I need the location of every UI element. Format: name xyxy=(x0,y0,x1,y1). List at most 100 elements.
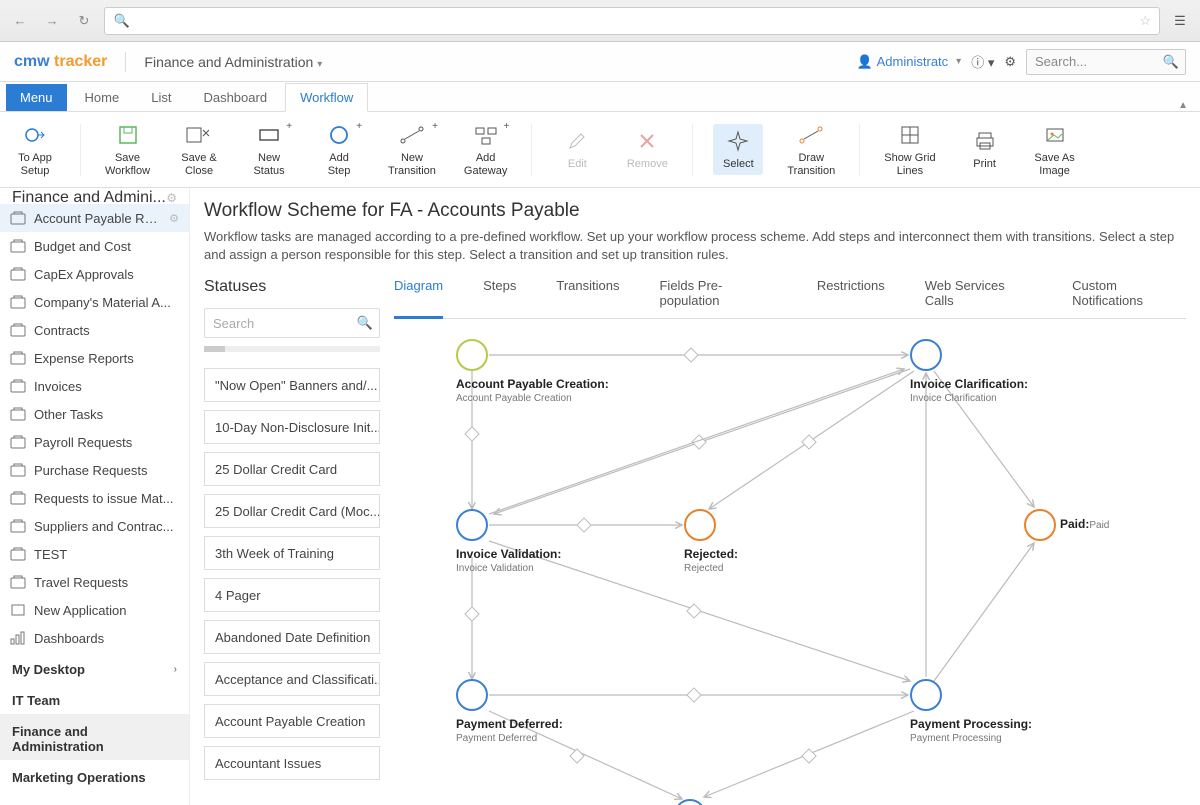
sidebar-group[interactable]: Finance and Administration xyxy=(0,714,189,760)
diagram-node-bottom[interactable] xyxy=(674,799,706,805)
app-icon xyxy=(10,462,26,478)
plus-badge-icon: + xyxy=(356,120,362,133)
diagram-tab-transitions[interactable]: Transitions xyxy=(556,278,619,318)
sidebar-item[interactable]: Account Payable Requ...⚙ xyxy=(0,204,189,232)
sidebar-item[interactable]: Purchase Requests xyxy=(0,456,189,484)
sidebar: Finance and Admini... ⚙ Account Payable … xyxy=(0,188,190,805)
gear-arrow-icon xyxy=(24,122,46,148)
page-title: Workflow Scheme for FA - Accounts Payabl… xyxy=(204,200,1186,222)
sidebar-item[interactable]: CapEx Approvals xyxy=(0,260,189,288)
sidebar-item[interactable]: Contracts xyxy=(0,316,189,344)
status-item[interactable]: Accountant Issues xyxy=(204,746,380,780)
ribbon-save-close[interactable]: Save &Close xyxy=(174,118,224,182)
diagram-node-defer[interactable]: Payment Deferred:Payment Deferred xyxy=(456,679,488,711)
forward-button[interactable]: → xyxy=(40,9,64,33)
diagram-tab-restrictions[interactable]: Restrictions xyxy=(817,278,885,318)
sidebar-item[interactable]: Expense Reports xyxy=(0,344,189,372)
step-circle[interactable] xyxy=(1024,509,1056,541)
diagram-node-paid[interactable]: Paid:Paid xyxy=(1024,509,1056,541)
browser-menu-button[interactable]: ☰ xyxy=(1168,9,1192,33)
settings-gear-icon[interactable]: ⚙ xyxy=(1004,54,1016,70)
diagram-tab-web-services-calls[interactable]: Web Services Calls xyxy=(925,278,1032,318)
image-icon xyxy=(1044,122,1066,148)
status-item[interactable]: Acceptance and Classificati... xyxy=(204,662,380,696)
diagram-tab-fields-pre-population[interactable]: Fields Pre-population xyxy=(659,278,776,318)
ribbon-select[interactable]: Select xyxy=(713,124,763,175)
diagram-node-proc[interactable]: Payment Processing:Payment Processing xyxy=(910,679,942,711)
sidebar-item[interactable]: Other Tasks xyxy=(0,400,189,428)
statuses-search-input[interactable]: Search 🔍 xyxy=(204,308,380,338)
ribbon-print[interactable]: Print xyxy=(960,124,1010,175)
sidebar-group[interactable]: Marketing Operations xyxy=(0,760,189,791)
sidebar-item[interactable]: Dashboards xyxy=(0,624,189,652)
diagram-tab-steps[interactable]: Steps xyxy=(483,278,516,318)
sidebar-item[interactable]: Budget and Cost xyxy=(0,232,189,260)
gear-icon[interactable]: ⚙ xyxy=(169,212,179,225)
status-item[interactable]: 25 Dollar Credit Card xyxy=(204,452,380,486)
nav-tab-workflow[interactable]: Workflow xyxy=(285,83,368,112)
sidebar-item[interactable]: Payroll Requests xyxy=(0,428,189,456)
step-circle[interactable] xyxy=(684,509,716,541)
ribbon-save-image[interactable]: Save AsImage xyxy=(1030,118,1080,182)
reload-button[interactable]: ↻ xyxy=(72,9,96,33)
nav-tab-menu[interactable]: Menu xyxy=(6,84,67,111)
plus-icon: + xyxy=(12,801,21,805)
ribbon-remove: Remove xyxy=(622,124,672,175)
url-bar[interactable]: 🔍 ☆ xyxy=(104,7,1160,35)
step-circle[interactable] xyxy=(674,799,706,805)
ribbon-save-workflow[interactable]: SaveWorkflow xyxy=(101,118,154,182)
search-icon: 🔍 xyxy=(357,315,373,331)
nav-tab-list[interactable]: List xyxy=(137,84,185,111)
nav-tab-dashboard[interactable]: Dashboard xyxy=(189,84,281,111)
step-circle[interactable] xyxy=(456,339,488,371)
create-workspace-button[interactable]: + Create Workspace xyxy=(0,791,189,805)
diagram-node-start[interactable]: Account Payable Creation:Account Payable… xyxy=(456,339,488,371)
collapse-ribbon-icon[interactable]: ▲ xyxy=(1178,100,1188,111)
global-search-input[interactable]: Search... 🔍 xyxy=(1026,49,1186,75)
status-item[interactable]: 3th Week of Training xyxy=(204,536,380,570)
back-button[interactable]: ← xyxy=(8,9,32,33)
sidebar-item[interactable]: Suppliers and Contrac... xyxy=(0,512,189,540)
sidebar-item[interactable]: TEST xyxy=(0,540,189,568)
diagram-canvas[interactable]: Account Payable Creation:Account Payable… xyxy=(394,319,1186,805)
ribbon-to-app-setup[interactable]: To AppSetup xyxy=(10,118,60,182)
print-icon xyxy=(974,128,996,154)
help-button[interactable]: ⓘ ▾ xyxy=(971,52,994,71)
nav-tab-home[interactable]: Home xyxy=(71,84,134,111)
ribbon-add-gateway[interactable]: +AddGateway xyxy=(460,118,511,182)
ribbon-new-transition[interactable]: +NewTransition xyxy=(384,118,440,182)
step-circle[interactable] xyxy=(910,339,942,371)
step-circle[interactable] xyxy=(456,509,488,541)
ribbon-show-grid[interactable]: Show GridLines xyxy=(880,118,939,182)
ribbon-new-status[interactable]: +NewStatus xyxy=(244,118,294,182)
browser-chrome: ← → ↻ 🔍 ☆ ☰ xyxy=(0,0,1200,42)
bookmark-star-icon[interactable]: ☆ xyxy=(1139,13,1151,29)
status-item[interactable]: 4 Pager xyxy=(204,578,380,612)
diagram-tab-diagram[interactable]: Diagram xyxy=(394,278,443,319)
status-item[interactable]: Account Payable Creation xyxy=(204,704,380,738)
step-circle[interactable] xyxy=(456,679,488,711)
app-icon xyxy=(10,210,26,226)
user-menu[interactable]: 👤 Administratc ▾ xyxy=(856,54,961,70)
diagram-node-rejected[interactable]: Rejected:Rejected xyxy=(684,509,716,541)
status-item[interactable]: "Now Open" Banners and/... xyxy=(204,368,380,402)
diagram-node-clar[interactable]: Invoice Clarification:Invoice Clarificat… xyxy=(910,339,942,371)
sidebar-item[interactable]: Invoices xyxy=(0,372,189,400)
gear-icon[interactable]: ⚙ xyxy=(166,191,177,204)
status-item[interactable]: 10-Day Non-Disclosure Init... xyxy=(204,410,380,444)
diagram-tab-custom-notifications[interactable]: Custom Notifications xyxy=(1072,278,1186,318)
ribbon-draw-transition[interactable]: DrawTransition xyxy=(783,118,839,182)
sidebar-item[interactable]: Company's Material A... xyxy=(0,288,189,316)
status-item[interactable]: Abandoned Date Definition xyxy=(204,620,380,654)
status-item[interactable]: 25 Dollar Credit Card (Moc... xyxy=(204,494,380,528)
workspace-title[interactable]: Finance and Administration▾ xyxy=(144,54,322,70)
step-circle[interactable] xyxy=(910,679,942,711)
diagram-node-valid[interactable]: Invoice Validation:Invoice Validation xyxy=(456,509,488,541)
sidebar-item[interactable]: New Application xyxy=(0,596,189,624)
sidebar-group[interactable]: My Desktop› xyxy=(0,652,189,683)
ribbon-add-step[interactable]: +AddStep xyxy=(314,118,364,182)
sidebar-item[interactable]: Requests to issue Mat... xyxy=(0,484,189,512)
sidebar-group[interactable]: IT Team xyxy=(0,683,189,714)
sidebar-item[interactable]: Travel Requests xyxy=(0,568,189,596)
diagram-tabs: Diagram Steps Transitions Fields Pre-popula… xyxy=(394,278,1186,319)
